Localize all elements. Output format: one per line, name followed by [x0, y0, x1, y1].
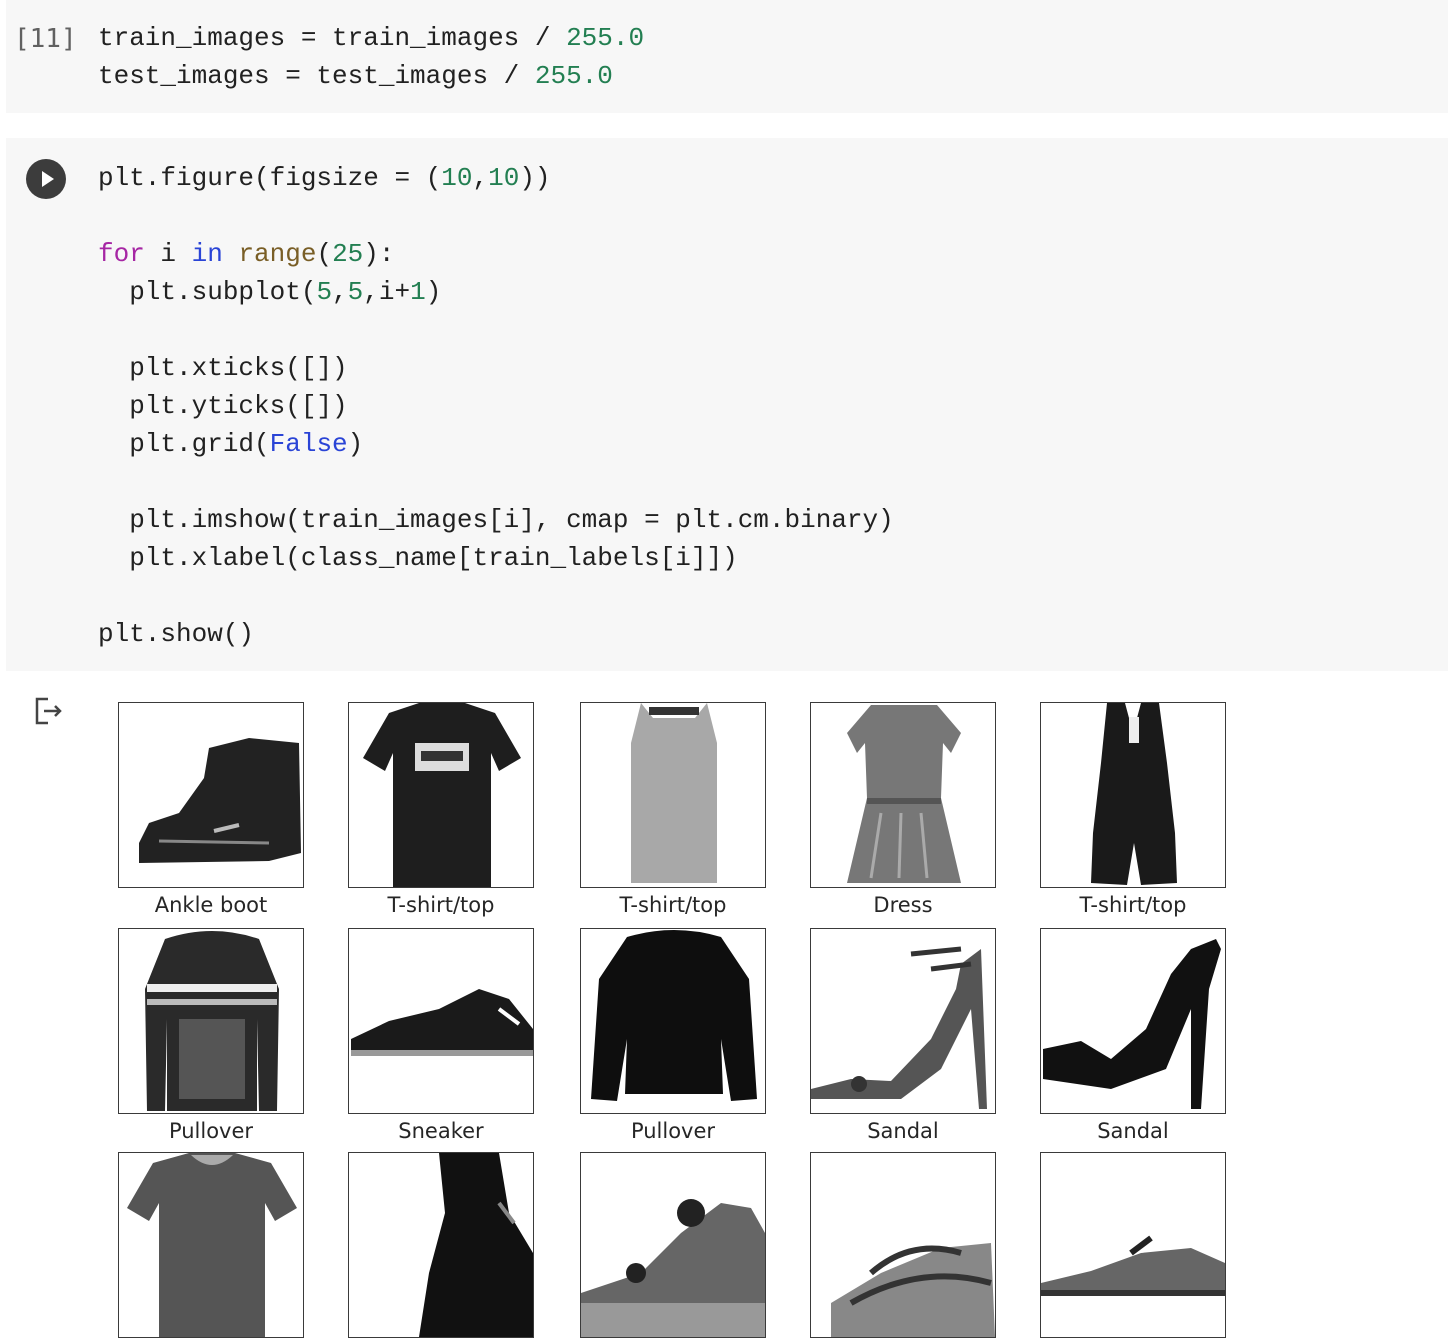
clothing-image — [831, 1243, 995, 1337]
code-token: 5 — [316, 277, 333, 307]
image-label: Sandal — [867, 1119, 939, 1143]
image-label: Pullover — [630, 1119, 716, 1143]
image-panel — [1040, 928, 1226, 1114]
code-line: plt.yticks([]) — [98, 387, 894, 425]
clothing-image — [1041, 1235, 1225, 1296]
image-label: Dress — [873, 893, 933, 917]
code-token: range — [238, 239, 317, 269]
code-token: plt.figure(figsize = ( — [98, 163, 442, 193]
clothing-image — [127, 1153, 297, 1337]
code-token: 10 — [488, 163, 520, 193]
code-line: train_images = train_images / 255.0 — [98, 19, 644, 57]
code-editor[interactable]: train_images = train_images / 255.0 test_… — [98, 19, 644, 95]
clothing-image — [1091, 703, 1177, 885]
image-panel — [348, 702, 534, 888]
code-token: , — [472, 163, 489, 193]
image-panel — [1040, 1152, 1226, 1338]
image-panel — [118, 1152, 304, 1338]
code-token: test_images = test_images / — [98, 61, 535, 91]
output-toggle-icon[interactable] — [34, 696, 68, 726]
image-label: T-shirt/top — [387, 893, 495, 917]
image-panel — [1040, 702, 1226, 888]
image-label: Pullover — [168, 1119, 254, 1143]
code-token: ) — [425, 277, 442, 307]
code-token: plt.imshow(train_images[i], cmap = plt.c… — [98, 505, 894, 535]
code-token: in — [191, 239, 223, 269]
code-line: for i in range(25): — [98, 235, 894, 273]
code-token: 25 — [332, 239, 364, 269]
image-panel — [580, 702, 766, 888]
clothing-image — [363, 703, 521, 887]
image-panel — [580, 928, 766, 1114]
code-token: plt.yticks([]) — [98, 391, 348, 421]
code-line: plt.figure(figsize = (10,10)) — [98, 159, 894, 197]
code-line: test_images = test_images / 255.0 — [98, 57, 644, 95]
code-token: plt.grid( — [98, 429, 270, 459]
code-line: plt.imshow(train_images[i], cmap = plt.c… — [98, 501, 894, 539]
image-label: Sandal — [1097, 1119, 1169, 1143]
code-token: 1 — [410, 277, 426, 307]
clothing-image — [351, 989, 533, 1056]
image-panel — [810, 1152, 996, 1338]
run-cell-button[interactable] — [26, 159, 66, 199]
code-token: plt.xticks([]) — [98, 353, 348, 383]
code-token: 5 — [347, 277, 364, 307]
clothing-image — [419, 1153, 533, 1337]
code-line: plt.xticks([]) — [98, 349, 894, 387]
code-token: for — [98, 239, 145, 269]
code-line: plt.grid(False) — [98, 425, 894, 463]
clothing-image — [847, 705, 961, 883]
code-line: plt.show() — [98, 615, 894, 653]
clothing-image — [631, 703, 717, 883]
code-line: plt.xlabel(class_name[train_labels[i]]) — [98, 539, 894, 577]
image-label: T-shirt/top — [619, 893, 727, 917]
code-token: 255.0 — [566, 23, 645, 53]
image-panel — [118, 928, 304, 1114]
code-token: 10 — [441, 163, 473, 193]
image-label: T-shirt/top — [1079, 893, 1187, 917]
image-label: Ankle boot — [154, 893, 268, 917]
code-token: ): — [363, 239, 395, 269]
code-token: i — [144, 239, 192, 269]
code-token: ( — [316, 239, 333, 269]
code-token: ) — [347, 429, 364, 459]
code-token: ,i+ — [363, 277, 411, 307]
image-panel — [580, 1152, 766, 1338]
clothing-image — [591, 930, 757, 1101]
code-token: plt.subplot( — [98, 277, 317, 307]
code-token: plt.xlabel(class_name[train_labels[i]]) — [98, 543, 738, 573]
code-token: plt.show() — [98, 619, 255, 649]
image-panel — [348, 928, 534, 1114]
clothing-image — [139, 738, 301, 863]
code-cell-normalize[interactable]: [11] train_images = train_images / 255.0… — [6, 0, 1448, 113]
image-panel — [118, 702, 304, 888]
image-label: Sneaker — [398, 1119, 484, 1143]
code-token: , — [332, 277, 348, 307]
code-token: False — [269, 429, 348, 459]
execution-count: [11] — [14, 24, 77, 54]
code-line: plt.subplot(5,5,i+1) — [98, 273, 894, 311]
image-panel — [810, 928, 996, 1114]
image-panel — [348, 1152, 534, 1338]
clothing-image — [581, 1199, 765, 1337]
code-token: train_images = train_images / — [98, 23, 567, 53]
clothing-image — [1043, 939, 1221, 1109]
code-cell-plot[interactable]: plt.figure(figsize = (10,10)) for i in ra… — [6, 138, 1448, 671]
clothing-image — [811, 946, 987, 1109]
code-token: )) — [519, 163, 551, 193]
clothing-image — [145, 931, 279, 1111]
image-panel — [810, 702, 996, 888]
code-token: 255.0 — [534, 61, 613, 91]
code-editor[interactable]: plt.figure(figsize = (10,10)) for i in ra… — [98, 159, 894, 653]
